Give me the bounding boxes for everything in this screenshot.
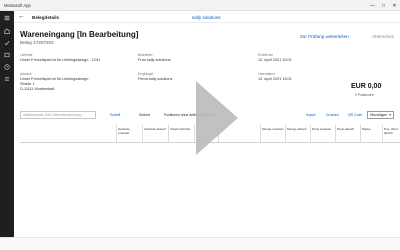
forward-to-review-button[interactable]: Zur Prüfung weiterleiten [300, 34, 349, 39]
hamburger-icon[interactable] [0, 11, 14, 25]
grid-col-article[interactable] [20, 125, 116, 143]
recipient-value: Firma sally solutions [138, 77, 173, 81]
chevron-down-icon: ▾ [389, 113, 391, 117]
grid-col-brand[interactable]: Marke [360, 125, 382, 143]
page-title: Wareneingang [In Bearbeitung] [20, 30, 139, 39]
address-line-1: Unser Freizeitspiel.at für Lieblingsdesi… [20, 77, 89, 81]
add-button-label: Hinzufügen [370, 113, 388, 117]
box-icon[interactable] [0, 49, 14, 61]
import-link[interactable]: Import [306, 113, 316, 117]
status-bar [0, 237, 400, 250]
back-arrow-icon[interactable]: ← [18, 13, 25, 20]
supplier-value: Unser Freizeitspiel.at für Lieblingsdesi… [20, 58, 101, 62]
window-titlebar: Mentasoft App — □ ✕ [0, 0, 400, 11]
address-line-2: Straße 1 [20, 82, 35, 86]
page-header-bar: ← Belegdetails sally solutions [14, 11, 400, 23]
grid-col-pack-expected[interactable]: Gebinde erwartet [116, 125, 142, 143]
play-icon[interactable] [194, 79, 240, 157]
grid-col-pack-content[interactable]: Inhalt Gebinde [168, 125, 194, 143]
close-button[interactable]: ✕ [389, 0, 400, 11]
list-icon[interactable] [0, 73, 14, 85]
grid-col-price-expected[interactable]: Preis erwartet [310, 125, 335, 143]
sort-link[interactable]: Erstellt [110, 113, 120, 117]
editor-value: Frau sally solutions [138, 58, 171, 62]
supplier-label: Lieferant [20, 53, 33, 57]
grid-col-qty-expected[interactable]: Menge erwartet [260, 125, 285, 143]
cancel-button[interactable]: Abbrechen [372, 34, 394, 39]
window-title: Mentasoft App [4, 3, 31, 8]
nav-rail [0, 11, 14, 250]
article-search-input[interactable]: Artikelnummer, EAN, Warenbezeichnung... [20, 111, 96, 119]
minimize-button[interactable]: — [367, 0, 378, 11]
created-label: Erstellt am [258, 53, 274, 57]
check-icon[interactable] [0, 37, 14, 49]
breadcrumb: Belegdetails [32, 14, 60, 20]
delivery-date-label: Lieferdatum [258, 72, 275, 76]
maximize-button[interactable]: □ [378, 0, 389, 11]
address-label: Adresse [20, 72, 32, 76]
grid-col-pack-current[interactable]: Gebinde aktuell [142, 125, 168, 143]
sort-value: Sortiert [139, 113, 150, 117]
home-icon[interactable] [0, 25, 14, 37]
grid-col-price-current[interactable]: Preis aktuell [335, 125, 360, 143]
add-button[interactable]: Hinzufügen ▾ [367, 111, 394, 119]
created-value: 12. April 2021 15:01 [258, 58, 292, 62]
clock-icon[interactable] [0, 61, 14, 73]
window-controls: — □ ✕ [367, 0, 400, 11]
editor-label: Bearbeiter [138, 53, 153, 57]
grid-col-position-value[interactable]: Pos.-Wert (EUR) [382, 125, 400, 143]
address-line-3: D-11111 Musterstadt [20, 87, 55, 91]
qr-code-link[interactable]: QR Code [348, 113, 362, 117]
positions-count: 0 Positionen [355, 93, 374, 97]
grid-col-qty-current[interactable]: Menge aktuell [285, 125, 310, 143]
recipient-label: Empfänger [138, 72, 154, 76]
print-link[interactable]: Drucken [326, 113, 339, 117]
delivery-date-value: 12. April 2021 13:01 [258, 77, 292, 81]
document-number: Beleg 1T207202 [20, 40, 54, 45]
company-name: sally solutions [192, 14, 221, 20]
total-amount: EUR 0,00 [351, 83, 382, 90]
